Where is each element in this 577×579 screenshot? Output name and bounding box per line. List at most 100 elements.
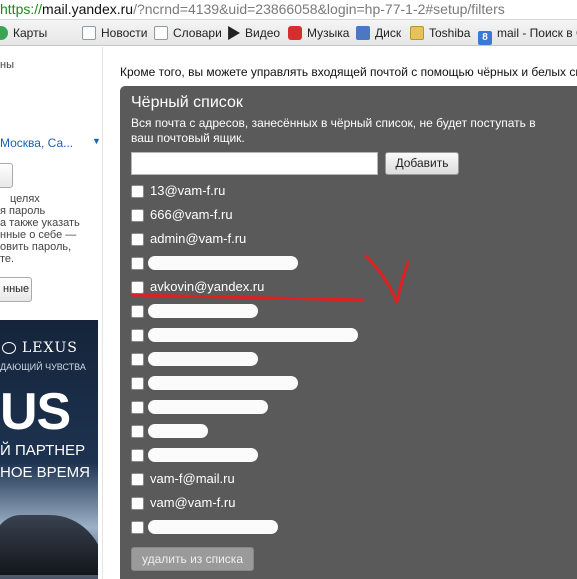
music-icon [288,26,302,40]
entry-checkbox[interactable] [131,425,144,438]
redacted-address [148,448,258,462]
entry-address: vam-f@mail.ru [150,471,235,486]
blacklist-row: vam-f@mail.ru [131,470,551,490]
entry-address: admin@vam-f.ru [150,231,247,246]
ad-tagline: ДАЮЩИЙ ЧУВСТВА [0,362,86,372]
entry-checkbox[interactable] [131,281,144,294]
bookmark-disk[interactable]: Диск [356,24,401,42]
filters-intro-text: Кроме того, вы можете управлять входящей… [120,65,577,79]
folder-icon [410,26,424,40]
sidebar-text-line: нные о себе — [0,229,77,241]
bookmark-label: Карты [13,26,48,40]
blacklist-row [131,254,551,274]
sidebar-text-line: овить пароль, [0,241,72,253]
sidebar-text-line: целях [10,193,40,205]
blacklist-row: 666@vam-f.ru [131,206,551,226]
blacklist-row [131,446,551,466]
entry-checkbox[interactable] [131,377,144,390]
blacklist-title: Чёрный список [131,94,243,111]
redacted-address [148,424,208,438]
bookmark-label: Toshiba [429,26,471,40]
blacklist-row: admin@vam-f.ru [131,230,551,250]
entry-checkbox[interactable] [131,449,144,462]
maps-icon [0,26,8,40]
entry-checkbox[interactable] [131,521,144,534]
bookmark-label: Диск [375,26,402,40]
entry-address: vam@vam-f.ru [150,495,236,510]
sidebar-button-fragment[interactable] [0,163,13,188]
entry-address: 13@vam-f.ru [150,183,226,198]
entry-checkbox[interactable] [131,209,144,222]
entry-address: avkovin@yandex.ru [150,279,265,294]
entry-checkbox[interactable] [131,233,144,246]
bookmark-music[interactable]: Музыка [288,24,349,42]
blacklist-row [131,422,551,442]
bookmark-toshiba[interactable]: Toshiba [410,24,470,42]
browser-window: https://mail.yandex.ru/?ncrnd=4139&uid=2… [0,0,577,579]
ad-headline: US [0,383,71,441]
ad-text-line: НОЕ ВРЕМЯ [0,464,91,481]
sidebar-fragment: ны [0,59,14,71]
blacklist-row [131,518,551,538]
redacted-address [148,400,268,414]
news-icon [82,26,96,40]
entry-checkbox[interactable] [131,305,144,318]
add-button[interactable]: Добавить [385,152,459,175]
ad-brand: LEXUS [22,340,78,356]
url-host: mail.yandex.ru [42,1,134,17]
blacklist-description: Вся почта с адресов, занесённых в чёрный… [131,116,536,145]
blacklist-row: 13@vam-f.ru [131,182,551,202]
blacklist-row: vam@vam-f.ru [131,494,551,514]
video-icon [228,26,240,40]
lexus-logo-icon [2,342,16,354]
bookmark-label: Новости [101,26,148,40]
redacted-address [148,376,298,390]
bookmark-maps[interactable]: Карты [0,24,47,42]
entry-checkbox[interactable] [131,329,144,342]
bookmark-dictionary[interactable]: Словари [154,24,222,42]
city-selector[interactable]: Москва, Са... [0,136,73,150]
address-bar[interactable]: https://mail.yandex.ru/?ncrnd=4139&uid=2… [0,0,577,20]
bookmark-label: mail - Поиск в G [497,26,577,40]
redacted-address [148,328,358,342]
delete-from-list-button[interactable]: удалить из списка [131,547,254,571]
car-image [0,515,98,575]
blacklist-row [131,302,551,322]
blacklist-address-input[interactable] [131,152,378,175]
dictionary-icon [154,26,168,40]
entry-checkbox[interactable] [131,401,144,414]
entry-checkbox[interactable] [131,185,144,198]
redacted-address [148,520,278,534]
redacted-address [148,352,258,366]
bookmark-label: Музыка [307,26,350,40]
redacted-address [148,256,298,270]
google-icon: 8 [478,31,492,45]
blacklist-row [131,398,551,418]
sidebar-button-fragment[interactable]: нные [0,277,32,302]
entry-checkbox[interactable] [131,473,144,486]
redacted-address [148,304,258,318]
lexus-ad-banner[interactable]: LEXUS ДАЮЩИЙ ЧУВСТВА US Й ПАРТНЕР НОЕ ВР… [0,320,98,579]
entry-address: 666@vam-f.ru [150,207,233,222]
sidebar-text-line: те. [0,253,15,265]
bookmark-label: Видео [245,26,281,40]
blacklist-row [131,374,551,394]
blacklist-row: avkovin@yandex.ru [131,278,551,298]
bookmarks-bar: Карты Новости Словари Видео Музыка Диск … [0,20,577,46]
blacklist-row [131,326,551,346]
blacklist-row [131,350,551,370]
bookmark-news[interactable]: Новости [82,24,147,42]
ad-text-line: Й ПАРТНЕР [0,442,86,459]
chevron-down-icon[interactable]: ▼ [92,136,101,146]
sidebar-text-line: я пароль [0,205,46,217]
url-scheme: https:// [0,1,43,17]
bookmark-label: Словари [173,26,222,40]
bookmark-google-mail[interactable]: 8 mail - Поиск в G [478,24,577,45]
blacklist-panel: Чёрный список Вся почта с адресов, занес… [120,86,577,579]
url-path: /?ncrnd=4139&uid=23866058&login=hp-77-1-… [133,1,505,17]
entry-checkbox[interactable] [131,497,144,510]
entry-checkbox[interactable] [131,353,144,366]
disk-icon [356,26,370,40]
bookmark-video[interactable]: Видео [226,24,280,42]
entry-checkbox[interactable] [131,257,144,270]
